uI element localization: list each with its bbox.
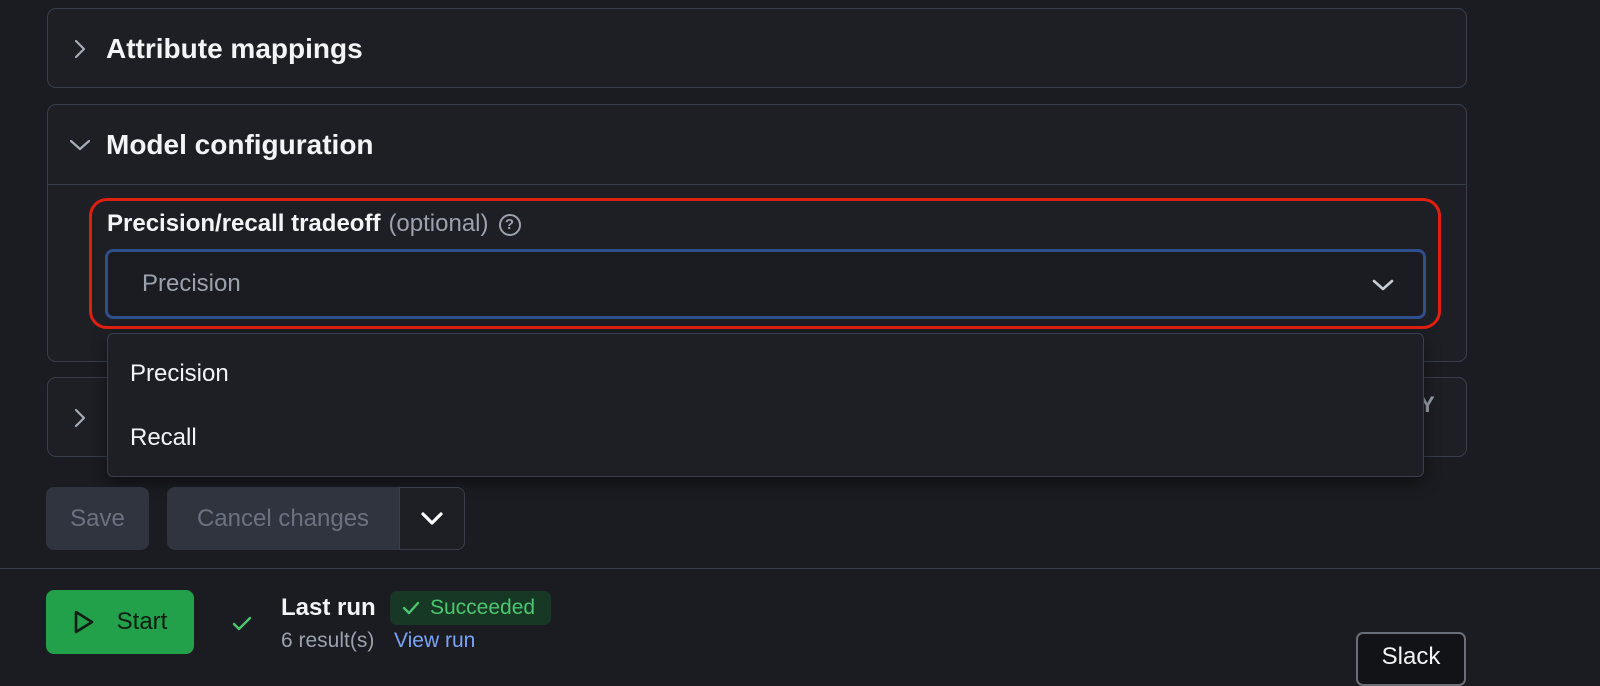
cancel-label: Cancel changes — [196, 504, 370, 532]
last-run-label: Last run — [281, 594, 376, 621]
chevron-down-icon — [421, 511, 443, 525]
chevron-right-icon[interactable] — [72, 38, 88, 60]
play-icon — [74, 610, 93, 634]
save-button[interactable]: Save — [46, 487, 149, 550]
chevron-down-icon[interactable] — [1370, 277, 1396, 293]
status-badge-text: Succeeded — [430, 596, 536, 619]
status-badge: Succeeded — [390, 591, 551, 625]
section-divider — [48, 184, 1466, 185]
slack-button[interactable]: Slack — [1356, 632, 1466, 686]
tradeoff-dropdown-menu: Precision Recall — [107, 333, 1424, 477]
option-recall[interactable]: Recall — [130, 424, 197, 452]
slack-label: Slack — [1381, 643, 1441, 670]
attribute-mappings-section[interactable]: Attribute mappings — [47, 8, 1467, 88]
cancel-options-button[interactable] — [399, 487, 465, 550]
check-icon — [232, 616, 252, 631]
option-precision[interactable]: Precision — [130, 360, 229, 388]
save-label: Save — [70, 504, 125, 532]
start-button[interactable]: Start — [46, 590, 194, 654]
tradeoff-label-row: Precision/recall tradeoff (optional)? — [107, 210, 521, 240]
footer-divider — [0, 568, 1600, 569]
check-icon — [402, 601, 420, 615]
view-run-link[interactable]: View run — [394, 629, 475, 653]
attribute-mappings-title: Attribute mappings — [106, 33, 363, 64]
start-label: Start — [116, 608, 168, 635]
chevron-down-icon[interactable] — [68, 137, 92, 153]
cancel-changes-button[interactable]: Cancel changes — [167, 487, 399, 550]
selected-value: Precision — [142, 270, 241, 297]
tradeoff-label: Precision/recall tradeoff — [107, 210, 381, 237]
model-configuration-title: Model configuration — [106, 129, 374, 160]
chevron-right-icon[interactable] — [72, 407, 88, 429]
optional-label: (optional) — [388, 210, 489, 237]
question-circle-icon[interactable]: ? — [498, 213, 521, 236]
results-count: 6 result(s) — [281, 629, 375, 652]
tradeoff-select[interactable]: Precision — [105, 249, 1426, 319]
